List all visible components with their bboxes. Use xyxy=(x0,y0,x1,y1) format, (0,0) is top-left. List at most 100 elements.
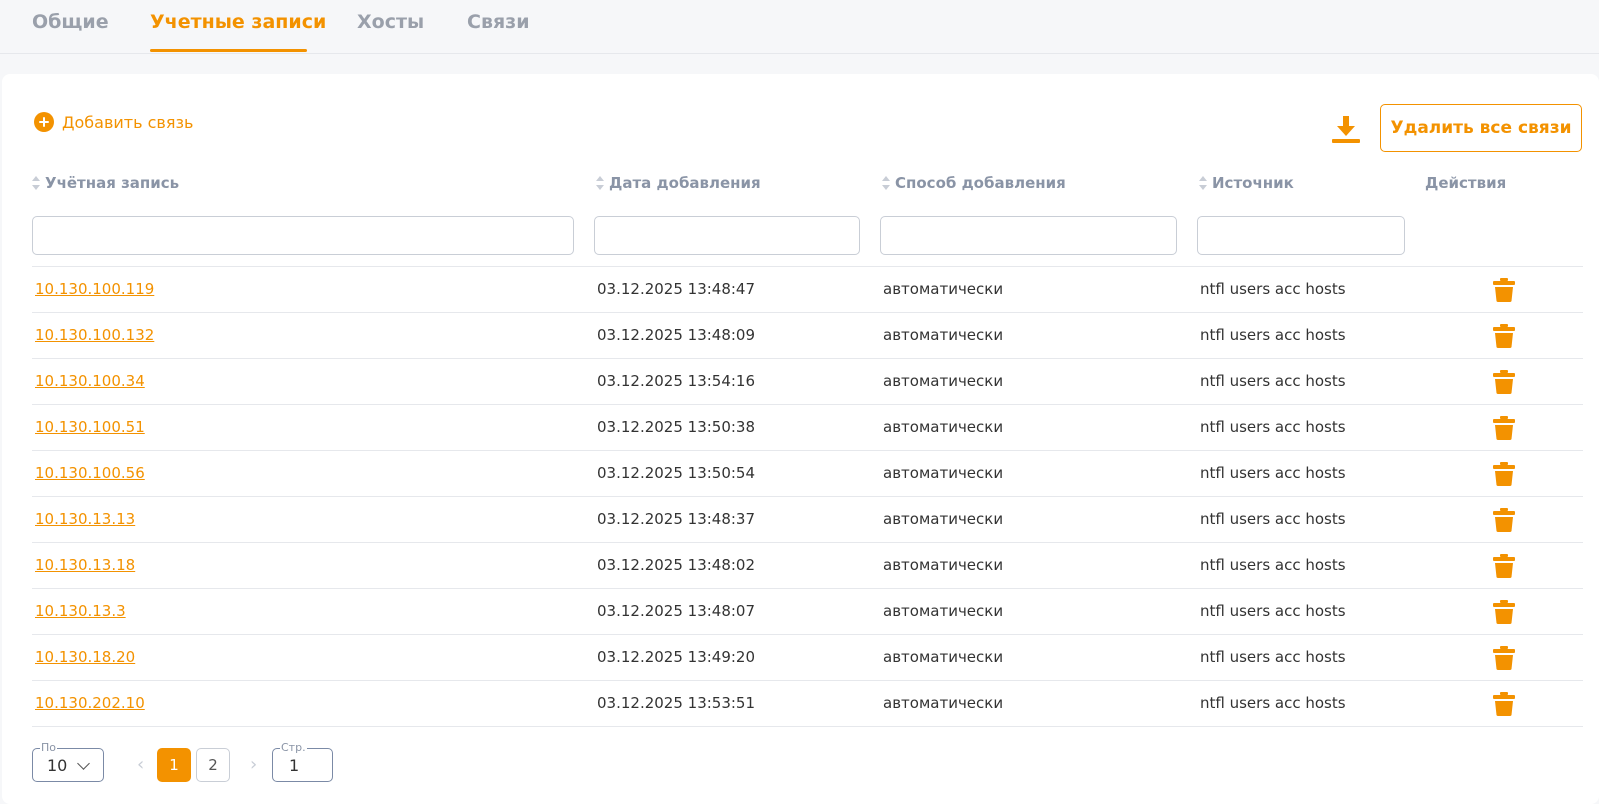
account-link[interactable]: 10.130.100.34 xyxy=(35,372,145,390)
sort-icon[interactable] xyxy=(596,176,604,190)
trash-icon[interactable] xyxy=(1493,462,1515,486)
source-cell: ntfl users acc hosts xyxy=(1200,372,1346,390)
trash-icon[interactable] xyxy=(1493,508,1515,532)
filter-account-input[interactable] xyxy=(32,216,574,255)
source-cell: ntfl users acc hosts xyxy=(1200,648,1346,666)
chevron-down-icon xyxy=(77,757,90,770)
page-button-1[interactable]: 1 xyxy=(157,748,191,782)
column-header-source[interactable]: Источник xyxy=(1199,174,1294,192)
tab-hosts[interactable]: Хосты xyxy=(357,11,424,33)
account-link[interactable]: 10.130.13.18 xyxy=(35,556,135,574)
column-header-actions: Действия xyxy=(1425,174,1506,192)
date-cell: 03.12.2025 13:54:16 xyxy=(597,372,756,390)
trash-icon[interactable] xyxy=(1493,416,1515,440)
method-cell: автоматически xyxy=(883,326,1004,344)
plus-circle-icon xyxy=(34,112,54,132)
method-cell: автоматически xyxy=(883,602,1004,620)
method-cell: автоматически xyxy=(883,418,1004,436)
account-link[interactable]: 10.130.100.132 xyxy=(35,326,154,344)
source-cell: ntfl users acc hosts xyxy=(1200,694,1346,712)
tab-general[interactable]: Общие xyxy=(32,11,109,33)
next-page-icon[interactable]: › xyxy=(250,756,257,774)
date-cell: 03.12.2025 13:48:09 xyxy=(597,326,756,344)
date-cell: 03.12.2025 13:48:07 xyxy=(597,602,756,620)
sort-icon[interactable] xyxy=(1199,176,1207,190)
filter-source-input[interactable] xyxy=(1197,216,1405,255)
date-cell: 03.12.2025 13:48:47 xyxy=(597,280,756,298)
trash-icon[interactable] xyxy=(1493,692,1515,716)
column-header-label: Действия xyxy=(1425,174,1507,192)
method-cell: автоматически xyxy=(883,372,1004,390)
table-body: 10.130.100.119 03.12.2025 13:48:47 автом… xyxy=(32,266,1583,727)
sort-icon[interactable] xyxy=(32,176,40,190)
date-cell: 03.12.2025 13:48:02 xyxy=(597,556,756,574)
column-header-label: Учётная запись xyxy=(45,174,180,192)
table-row: 10.130.100.51 03.12.2025 13:50:38 автома… xyxy=(32,404,1583,450)
column-header-method[interactable]: Способ добавления xyxy=(882,174,1066,192)
account-link[interactable]: 10.130.13.13 xyxy=(35,510,135,528)
account-link[interactable]: 10.130.13.3 xyxy=(35,602,126,620)
trash-icon[interactable] xyxy=(1493,646,1515,670)
source-cell: ntfl users acc hosts xyxy=(1200,326,1346,344)
trash-icon[interactable] xyxy=(1493,324,1515,348)
active-tab-indicator xyxy=(150,49,307,52)
account-link[interactable]: 10.130.18.20 xyxy=(35,648,135,666)
tab-links[interactable]: Связи xyxy=(467,11,530,33)
method-cell: автоматически xyxy=(883,648,1004,666)
per-page-value: 10 xyxy=(47,756,68,775)
account-link[interactable]: 10.130.202.10 xyxy=(35,694,145,712)
filter-date-input[interactable] xyxy=(594,216,860,255)
download-icon xyxy=(1332,116,1360,143)
method-cell: автоматически xyxy=(883,556,1004,574)
add-link-label: Добавить связь xyxy=(62,112,194,132)
tab-bar: Общие Учетные записи Хосты Связи xyxy=(0,0,1599,54)
date-cell: 03.12.2025 13:50:38 xyxy=(597,418,756,436)
table-row: 10.130.18.20 03.12.2025 13:49:20 автомат… xyxy=(32,634,1583,680)
filter-method-input[interactable] xyxy=(880,216,1177,255)
date-cell: 03.12.2025 13:49:20 xyxy=(597,648,756,666)
method-cell: автоматически xyxy=(883,510,1004,528)
date-cell: 03.12.2025 13:53:51 xyxy=(597,694,756,712)
table-row: 10.130.13.18 03.12.2025 13:48:02 автомат… xyxy=(32,542,1583,588)
column-header-account[interactable]: Учётная запись xyxy=(32,174,179,192)
page-input-label: Стр. xyxy=(280,741,307,754)
table-row: 10.130.100.119 03.12.2025 13:48:47 автом… xyxy=(32,266,1583,312)
column-header-label: Способ добавления xyxy=(895,174,1066,192)
sort-icon[interactable] xyxy=(882,176,890,190)
account-link[interactable]: 10.130.100.119 xyxy=(35,280,154,298)
account-link[interactable]: 10.130.100.51 xyxy=(35,418,145,436)
page-input-value: 1 xyxy=(289,756,300,775)
source-cell: ntfl users acc hosts xyxy=(1200,464,1346,482)
column-header-label: Источник xyxy=(1212,174,1294,192)
tab-accounts[interactable]: Учетные записи xyxy=(150,11,326,33)
table-row: 10.130.100.56 03.12.2025 13:50:54 автома… xyxy=(32,450,1583,496)
date-cell: 03.12.2025 13:50:54 xyxy=(597,464,756,482)
prev-page-icon[interactable]: ‹ xyxy=(137,756,144,774)
method-cell: автоматически xyxy=(883,694,1004,712)
date-cell: 03.12.2025 13:48:37 xyxy=(597,510,756,528)
per-page-label: По xyxy=(40,741,58,754)
source-cell: ntfl users acc hosts xyxy=(1200,510,1346,528)
trash-icon[interactable] xyxy=(1493,370,1515,394)
table-row: 10.130.13.3 03.12.2025 13:48:07 автомати… xyxy=(32,588,1583,634)
delete-all-links-button[interactable]: Удалить все связи xyxy=(1380,104,1582,152)
add-link-button[interactable]: Добавить связь xyxy=(34,112,193,132)
account-link[interactable]: 10.130.100.56 xyxy=(35,464,145,482)
trash-icon[interactable] xyxy=(1493,600,1515,624)
source-cell: ntfl users acc hosts xyxy=(1200,556,1346,574)
page-button-2[interactable]: 2 xyxy=(196,748,230,782)
source-cell: ntfl users acc hosts xyxy=(1200,602,1346,620)
column-header-label: Дата добавления xyxy=(609,174,761,192)
table-row: 10.130.100.34 03.12.2025 13:54:16 автома… xyxy=(32,358,1583,404)
source-cell: ntfl users acc hosts xyxy=(1200,280,1346,298)
trash-icon[interactable] xyxy=(1493,278,1515,302)
method-cell: автоматически xyxy=(883,464,1004,482)
method-cell: автоматически xyxy=(883,280,1004,298)
table-row: 10.130.100.132 03.12.2025 13:48:09 автом… xyxy=(32,312,1583,358)
table-row: 10.130.13.13 03.12.2025 13:48:37 автомат… xyxy=(32,496,1583,542)
trash-icon[interactable] xyxy=(1493,554,1515,578)
column-header-date[interactable]: Дата добавления xyxy=(596,174,761,192)
table-row: 10.130.202.10 03.12.2025 13:53:51 автома… xyxy=(32,680,1583,727)
download-button[interactable] xyxy=(1330,113,1362,145)
source-cell: ntfl users acc hosts xyxy=(1200,418,1346,436)
